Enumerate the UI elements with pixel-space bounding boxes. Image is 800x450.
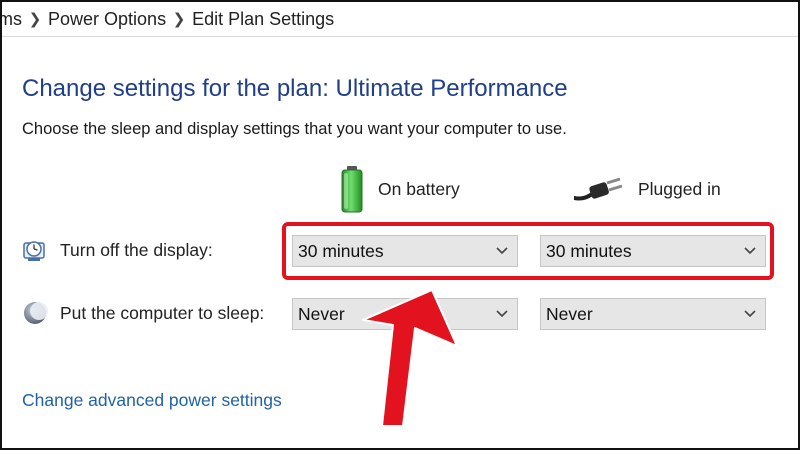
- column-header-plugged-in: Plugged in: [574, 164, 721, 214]
- display-plugged-in-value: 30 minutes: [546, 240, 632, 261]
- chevron-down-icon: [744, 310, 756, 318]
- sleep-plugged-in-dropdown[interactable]: Never: [540, 298, 766, 330]
- breadcrumb-item-edit-plan-settings[interactable]: Edit Plan Settings: [192, 9, 334, 30]
- chevron-down-icon: [496, 310, 508, 318]
- plug-icon: [574, 177, 623, 201]
- display-on-battery-value: 30 minutes: [298, 240, 384, 261]
- breadcrumb-item-power-options[interactable]: Power Options: [48, 9, 166, 30]
- change-advanced-power-settings-link[interactable]: Change advanced power settings: [22, 390, 282, 411]
- put-computer-to-sleep-label: Put the computer to sleep:: [60, 302, 265, 323]
- column-header-on-battery: On battery: [340, 164, 460, 214]
- breadcrumb-item-systems[interactable]: ems: [2, 9, 22, 30]
- turn-off-display-label: Turn off the display:: [60, 239, 213, 260]
- page-title: Change settings for the plan: Ultimate P…: [22, 75, 568, 102]
- sleep-on-battery-dropdown[interactable]: Never: [292, 298, 518, 330]
- plugged-in-label: Plugged in: [638, 178, 721, 199]
- chevron-right-icon: ❯: [172, 11, 186, 28]
- display-on-battery-dropdown[interactable]: 30 minutes: [292, 235, 518, 267]
- moon-icon: [24, 302, 48, 324]
- chevron-down-icon: [744, 247, 756, 255]
- chevron-down-icon: [496, 247, 508, 255]
- sleep-plugged-in-value: Never: [546, 303, 593, 324]
- display-clock-icon: [23, 241, 45, 261]
- chevron-right-icon: ❯: [28, 11, 42, 28]
- page-subtitle: Choose the sleep and display settings th…: [22, 120, 567, 138]
- sleep-on-battery-value: Never: [298, 303, 345, 324]
- battery-icon: [341, 166, 363, 213]
- power-options-window: ems ❯ Power Options ❯ Edit Plan Settings…: [0, 0, 800, 450]
- row-turn-off-display: Turn off the display:: [22, 237, 213, 263]
- row-put-computer-to-sleep: Put the computer to sleep:: [22, 300, 264, 326]
- breadcrumb: ems ❯ Power Options ❯ Edit Plan Settings: [2, 2, 798, 37]
- display-plugged-in-dropdown[interactable]: 30 minutes: [540, 235, 766, 267]
- on-battery-label: On battery: [378, 178, 460, 199]
